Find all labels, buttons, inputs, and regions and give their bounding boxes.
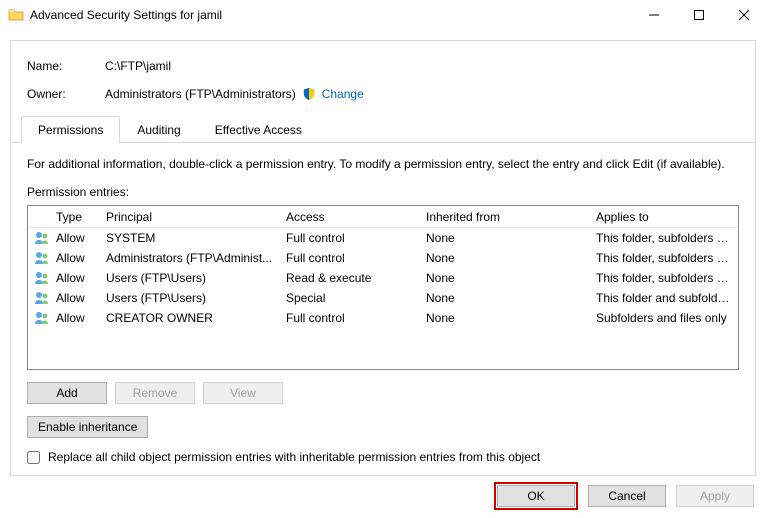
maximize-button[interactable] — [676, 1, 721, 29]
folder-icon — [8, 7, 24, 23]
close-button[interactable] — [721, 1, 766, 29]
owner-label: Owner: — [27, 87, 105, 101]
main-panel: Name: C:\FTP\jamil Owner: Administrators… — [10, 40, 756, 476]
cell-access: Full control — [280, 231, 420, 245]
cell-applies: This folder, subfolders and files — [590, 231, 738, 245]
name-label: Name: — [27, 59, 105, 73]
cell-principal: Users (FTP\Users) — [100, 291, 280, 305]
header-access[interactable]: Access — [280, 210, 420, 224]
table-row[interactable]: AllowSYSTEMFull controlNoneThis folder, … — [28, 228, 738, 248]
cell-inherited: None — [420, 231, 590, 245]
cell-inherited: None — [420, 311, 590, 325]
remove-button: Remove — [115, 382, 195, 404]
cancel-button[interactable]: Cancel — [588, 485, 666, 507]
cell-inherited: None — [420, 291, 590, 305]
enable-inheritance-button[interactable]: Enable inheritance — [27, 416, 148, 438]
cell-applies: This folder and subfolders — [590, 291, 738, 305]
title-bar: Advanced Security Settings for jamil — [0, 0, 766, 30]
hint-text: For additional information, double-click… — [27, 157, 739, 171]
cell-type: Allow — [50, 291, 100, 305]
name-value: C:\FTP\jamil — [105, 59, 171, 73]
cell-inherited: None — [420, 271, 590, 285]
minimize-button[interactable] — [631, 1, 676, 29]
header-inherited[interactable]: Inherited from — [420, 210, 590, 224]
dialog-buttons: OK Cancel Apply — [494, 482, 754, 510]
change-owner-link[interactable]: Change — [322, 87, 364, 101]
list-header: Type Principal Access Inherited from App… — [28, 206, 738, 228]
add-button[interactable]: Add — [27, 382, 107, 404]
replace-checkbox-row[interactable]: Replace all child object permission entr… — [27, 450, 739, 464]
permission-list[interactable]: Type Principal Access Inherited from App… — [27, 205, 739, 370]
users-icon — [28, 270, 50, 286]
replace-checkbox[interactable] — [27, 451, 40, 464]
owner-value: Administrators (FTP\Administrators) — [105, 87, 296, 101]
cell-principal: Users (FTP\Users) — [100, 271, 280, 285]
permission-entries-label: Permission entries: — [27, 185, 739, 199]
header-principal[interactable]: Principal — [100, 210, 280, 224]
cell-applies: This folder, subfolders and files — [590, 251, 738, 265]
cell-type: Allow — [50, 271, 100, 285]
users-icon — [28, 230, 50, 246]
cell-applies: This folder, subfolders and files — [590, 271, 738, 285]
cell-principal: SYSTEM — [100, 231, 280, 245]
header-type[interactable]: Type — [50, 210, 100, 224]
cell-access: Full control — [280, 311, 420, 325]
ok-button[interactable]: OK — [497, 485, 575, 507]
cell-access: Read & execute — [280, 271, 420, 285]
view-button: View — [203, 382, 283, 404]
tab-auditing[interactable]: Auditing — [120, 116, 197, 143]
table-row[interactable]: AllowAdministrators (FTP\Administ...Full… — [28, 248, 738, 268]
cell-applies: Subfolders and files only — [590, 311, 738, 325]
cell-access: Full control — [280, 251, 420, 265]
users-icon — [28, 310, 50, 326]
tab-bar: Permissions Auditing Effective Access — [11, 115, 755, 143]
table-row[interactable]: AllowUsers (FTP\Users)Read & executeNone… — [28, 268, 738, 288]
cell-principal: Administrators (FTP\Administ... — [100, 251, 280, 265]
header-applies[interactable]: Applies to — [590, 210, 738, 224]
cell-type: Allow — [50, 311, 100, 325]
ok-highlight: OK — [494, 482, 578, 510]
cell-type: Allow — [50, 231, 100, 245]
apply-button: Apply — [676, 485, 754, 507]
tab-effective-access[interactable]: Effective Access — [198, 116, 319, 143]
cell-principal: CREATOR OWNER — [100, 311, 280, 325]
replace-checkbox-label: Replace all child object permission entr… — [48, 450, 540, 464]
table-row[interactable]: AllowCREATOR OWNERFull controlNoneSubfol… — [28, 308, 738, 328]
window-title: Advanced Security Settings for jamil — [30, 8, 631, 22]
table-row[interactable]: AllowUsers (FTP\Users)SpecialNoneThis fo… — [28, 288, 738, 308]
cell-inherited: None — [420, 251, 590, 265]
tab-permissions[interactable]: Permissions — [21, 116, 120, 143]
cell-access: Special — [280, 291, 420, 305]
cell-type: Allow — [50, 251, 100, 265]
users-icon — [28, 250, 50, 266]
shield-icon — [302, 87, 316, 101]
users-icon — [28, 290, 50, 306]
